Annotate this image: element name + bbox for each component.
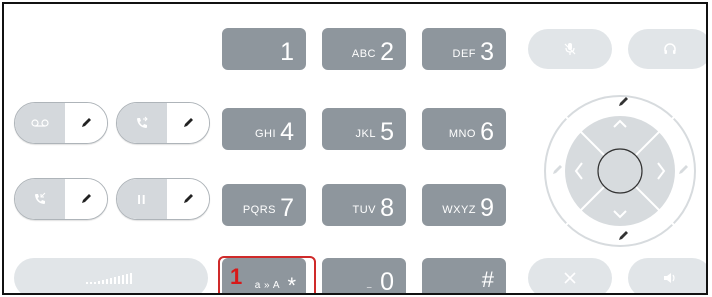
key-letters: JKL: [355, 128, 376, 140]
hash-symbol: #: [481, 267, 494, 292]
key-digit: 4: [280, 118, 294, 146]
key-letters: MNO: [448, 128, 476, 140]
key-digit: 8: [380, 194, 394, 222]
key-4[interactable]: GHI 4: [222, 108, 306, 150]
key-digit: 5: [380, 118, 394, 146]
key-letters: TUV: [352, 204, 376, 216]
key-digit: 0: [380, 268, 394, 295]
key-digit: 6: [480, 118, 494, 146]
voicemail-icon: [31, 119, 49, 127]
key-letters: DEF: [452, 48, 476, 60]
headset-icon: [664, 43, 676, 54]
volume-bar[interactable]: [14, 258, 208, 293]
line-key-transfer[interactable]: [14, 178, 108, 220]
volume-level-icon: [86, 273, 132, 284]
phone-transfer-icon: [34, 192, 46, 204]
line-key-main[interactable]: [15, 103, 65, 143]
mute-button[interactable]: [528, 29, 612, 69]
line-key-forward[interactable]: [116, 102, 210, 144]
key-7[interactable]: PQRS 7: [222, 184, 306, 226]
edit-line-key-button[interactable]: [64, 103, 107, 143]
key-digit: 2: [380, 38, 394, 66]
key-letters: ABC: [351, 48, 376, 60]
phone-keypad-panel: 1 ABC 2 DEF 3 GHI 4 JKL 5 MNO 6 PQRS 7 T…: [2, 2, 708, 295]
navigation-cluster: [544, 95, 696, 247]
key-hash[interactable]: #: [422, 258, 506, 293]
key-3[interactable]: DEF 3: [422, 28, 506, 70]
key-9[interactable]: WXYZ 9: [422, 184, 506, 226]
key-6[interactable]: MNO 6: [422, 108, 506, 150]
line-key-voicemail[interactable]: [14, 102, 108, 144]
key-letters: GHI: [254, 128, 276, 140]
key-0[interactable]: _ 0: [322, 258, 406, 295]
key-5[interactable]: JKL 5: [322, 108, 406, 150]
edit-line-key-button[interactable]: [166, 179, 209, 219]
pause-icon: II: [137, 191, 147, 207]
mic-off-icon: [564, 43, 576, 55]
pencil-icon: [81, 194, 91, 203]
key-letters: PQRS: [242, 204, 276, 216]
pencil-icon: [183, 194, 193, 203]
key-digit: 3: [480, 38, 494, 66]
key-1[interactable]: 1: [222, 28, 306, 70]
edit-line-key-button[interactable]: [166, 103, 209, 143]
line-key-main[interactable]: II: [117, 179, 167, 219]
key-8[interactable]: TUV 8: [322, 184, 406, 226]
highlight-box: [218, 256, 316, 293]
close-icon: [564, 272, 576, 284]
key-digit: 7: [280, 194, 294, 222]
key-digit: 1: [280, 38, 294, 66]
phone-forward-icon: [136, 116, 148, 128]
edit-line-key-button[interactable]: [64, 179, 107, 219]
speaker-icon: [664, 273, 675, 283]
line-key-main[interactable]: [15, 179, 65, 219]
end-call-button[interactable]: [528, 258, 612, 293]
line-key-main[interactable]: [117, 103, 167, 143]
key-2[interactable]: ABC 2: [322, 28, 406, 70]
key-letters: WXYZ: [442, 204, 476, 216]
speaker-button[interactable]: [628, 258, 706, 293]
line-key-hold[interactable]: II: [116, 178, 210, 220]
key-letters: _: [367, 279, 372, 288]
pencil-icon: [183, 118, 193, 127]
pencil-icon: [81, 118, 91, 127]
key-digit: 9: [480, 194, 494, 222]
headset-button[interactable]: [628, 29, 706, 69]
